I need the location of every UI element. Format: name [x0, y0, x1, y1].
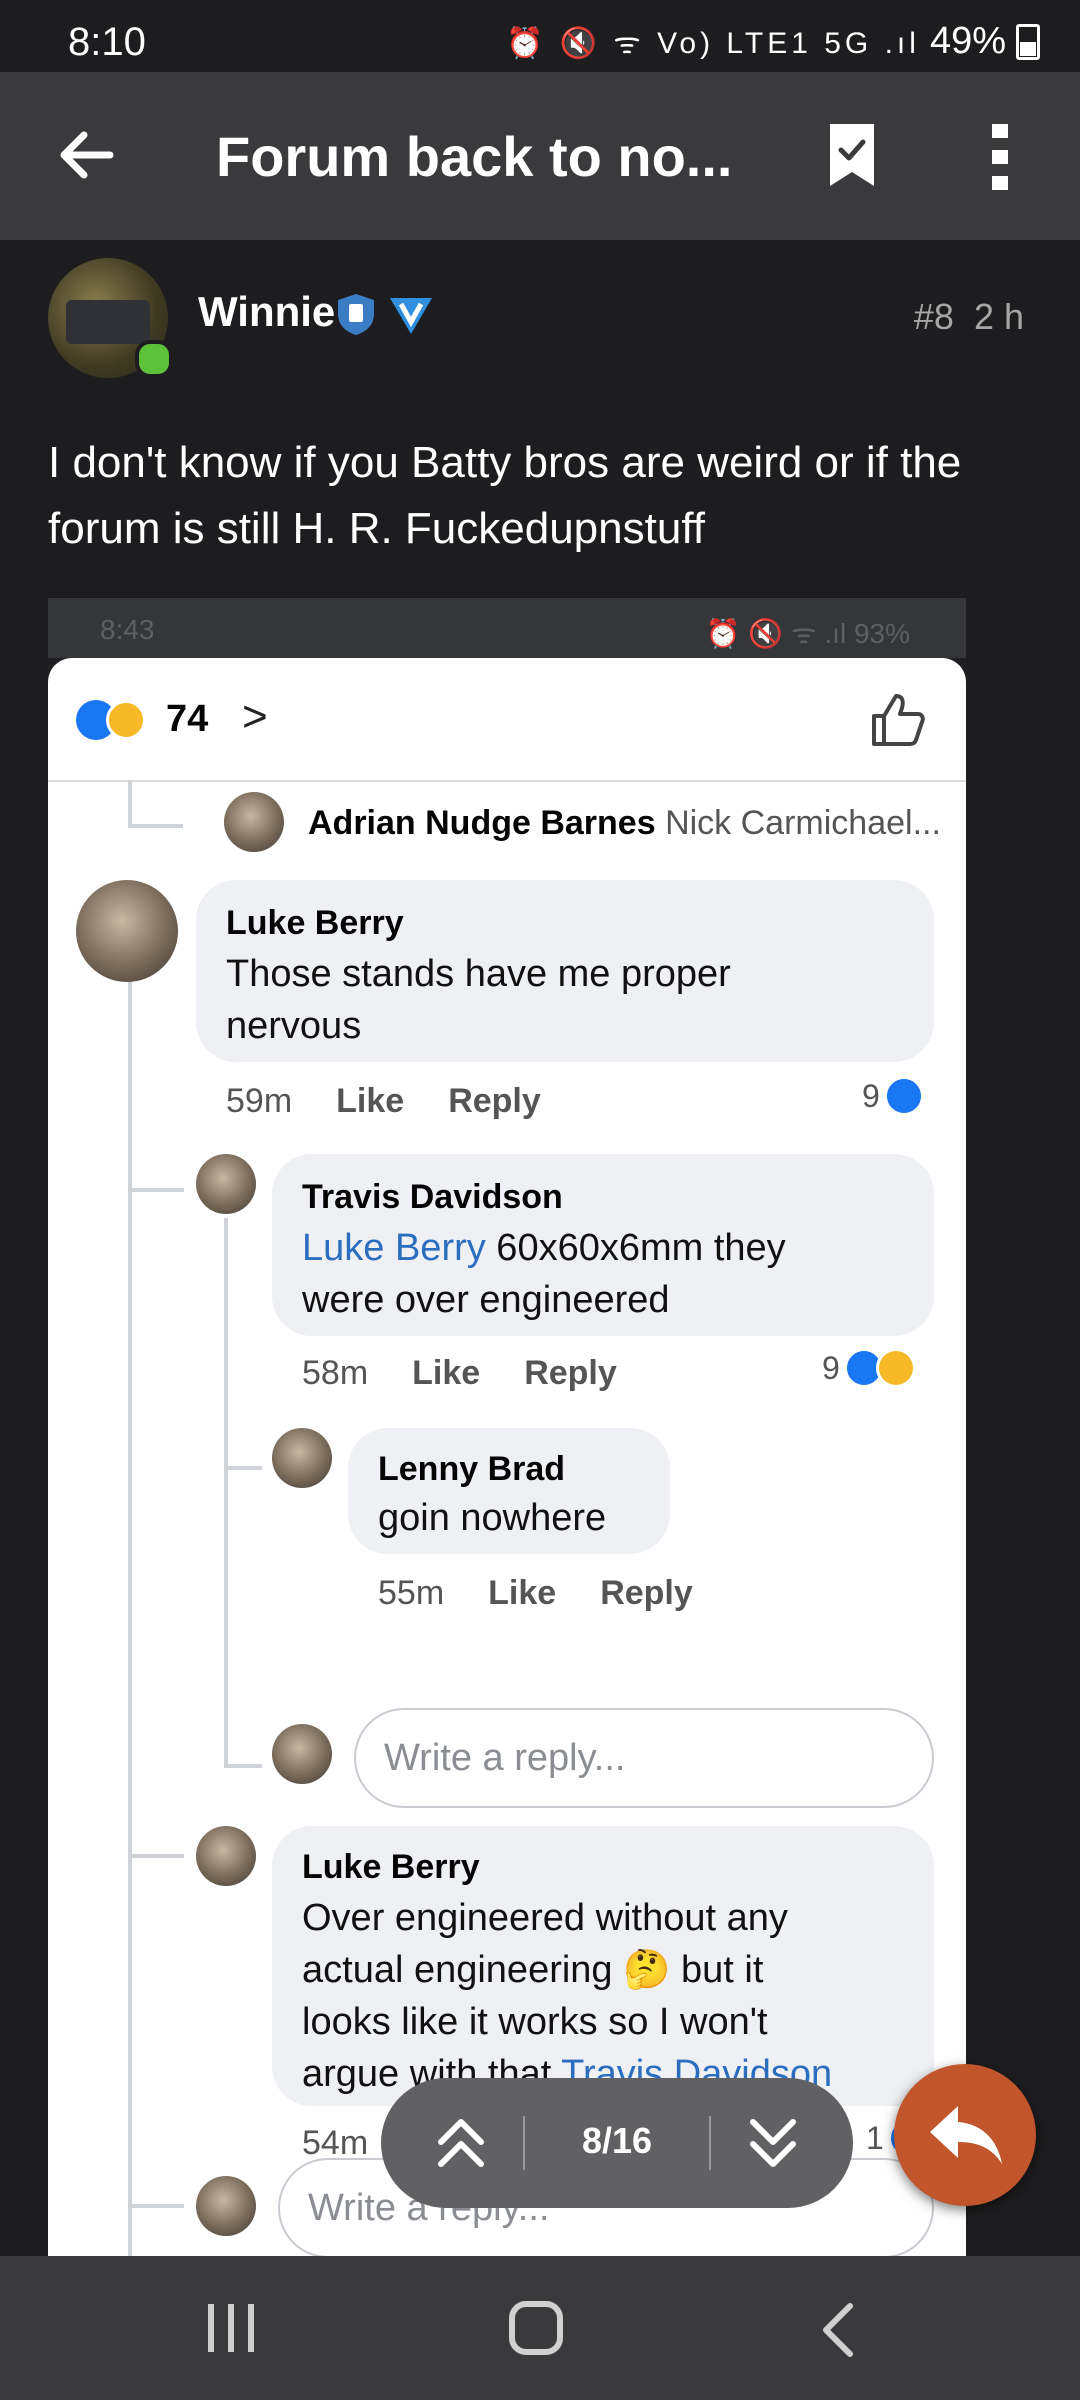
- more-vertical-icon[interactable]: [985, 122, 1015, 192]
- thread-line: [128, 780, 132, 825]
- like-link[interactable]: Like: [412, 1354, 480, 1392]
- screenshot-status-right: ⏰ 🔇 ᯤ .ıl 93%: [705, 618, 910, 649]
- avatar: [196, 1154, 256, 1214]
- post-age: 2 h: [973, 296, 1024, 337]
- thread-line: [128, 2204, 184, 2208]
- reply-input[interactable]: Write a reply...: [354, 1708, 934, 1808]
- thread-line: [224, 1466, 262, 1470]
- comment-text: Over engineered without any actual engin…: [302, 1892, 862, 2100]
- comment-time: 55m: [378, 1574, 445, 1612]
- battery-icon: [1016, 23, 1040, 60]
- home-icon[interactable]: [508, 2300, 564, 2356]
- mention-link[interactable]: Luke Berry: [302, 1227, 486, 1269]
- reaction-count-value: 1: [866, 2119, 884, 2156]
- system-nav-bar: [0, 2256, 1080, 2400]
- reaction-count-value: 9: [822, 1349, 840, 1386]
- thumbs-up-icon: [872, 694, 925, 746]
- reply-link[interactable]: Reply: [600, 1574, 693, 1612]
- reply-placeholder: Write a reply...: [384, 1737, 626, 1779]
- facebook-comments: 74 > Adrian Nudge Barnes Nick Carmichael…: [48, 658, 966, 2258]
- reply-link[interactable]: Reply: [448, 1082, 541, 1120]
- like-link[interactable]: Like: [336, 1082, 404, 1120]
- like-link[interactable]: Like: [488, 1574, 556, 1612]
- thread-title: Forum back to no...: [216, 125, 733, 188]
- post-body: I don't know if you Batty bros are weird…: [48, 438, 962, 553]
- avatar: [224, 792, 284, 852]
- thread-line: [128, 948, 132, 2258]
- avatar: [272, 1428, 332, 1488]
- screenshot-status-bar: 8:43 ⏰ 🔇 ᯤ .ıl 93%: [48, 598, 966, 658]
- thread-line: [128, 1188, 184, 1192]
- comment-author-row: Adrian Nudge Barnes Nick Carmichael...: [308, 804, 941, 843]
- divider: [709, 2116, 711, 2170]
- status-bar: 8:10 ⏰ 🔇 ᯤ Vo) LTE1 5G .ıl 49%: [0, 0, 1080, 72]
- online-status-icon: [135, 340, 173, 378]
- thread-line: [224, 1764, 262, 1768]
- verified-badge-icon: [390, 298, 432, 334]
- reaction-count: 74: [166, 698, 209, 740]
- status-time: 8:10: [68, 20, 146, 64]
- avatar: [76, 880, 178, 982]
- reply-arrow-icon: [930, 2106, 1002, 2164]
- status-right: ⏰ 🔇 ᯤ Vo) LTE1 5G .ıl 49%: [506, 20, 1040, 63]
- comment-author: Luke Berry: [302, 1848, 480, 1886]
- reply-button[interactable]: [894, 2064, 1036, 2206]
- comment-time: 58m: [302, 1354, 369, 1392]
- attached-screenshot[interactable]: 8:43 ⏰ 🔇 ᯤ .ıl 93% 74 > Adrian Nudge Bar…: [48, 598, 966, 2258]
- comment-time: 54m: [302, 2124, 369, 2162]
- comment-preview: Nick Carmichael...: [665, 804, 941, 842]
- thread-line: [224, 1218, 228, 1768]
- like-reaction-icon: [883, 1076, 924, 1116]
- reaction-bar: 74 >: [48, 658, 966, 782]
- back-chevron-icon[interactable]: [818, 2300, 858, 2360]
- thread-line: [128, 1854, 184, 1858]
- recent-apps-icon[interactable]: [204, 2302, 258, 2354]
- reaction-count-value: 9: [862, 1077, 880, 1114]
- comment-author: Adrian Nudge Barnes: [308, 804, 656, 842]
- haha-reaction-icon: [106, 700, 146, 740]
- comment-actions: 58m Like Reply: [302, 1354, 617, 1393]
- reply-link[interactable]: Reply: [524, 1354, 617, 1392]
- battery-percent: 49%: [929, 20, 1006, 62]
- page-navigator: 8/16: [381, 2078, 853, 2208]
- comment-author: Travis Davidson: [302, 1178, 563, 1216]
- comment-actions: 55m Like Reply: [378, 1574, 693, 1613]
- chevron-right-icon: >: [242, 692, 268, 741]
- comment-time: 59m: [226, 1082, 293, 1120]
- comment-text: goin nowhere: [378, 1497, 607, 1539]
- reaction-count: 9: [862, 1076, 924, 1116]
- shield-badge-icon: [338, 294, 374, 335]
- comment-text: Those stands have me proper nervous: [226, 953, 731, 1047]
- bookmark-check-icon[interactable]: [830, 124, 874, 186]
- screenshot-status-time: 8:43: [100, 614, 155, 645]
- status-icons: ⏰ 🔇 ᯤ Vo) LTE1 5G .ıl: [505, 27, 920, 60]
- comment-author: Lenny Brad: [378, 1450, 566, 1488]
- comment-text: Luke Berry 60x60x6mm they were over engi…: [302, 1222, 842, 1326]
- post-header: Winnie #8 2 h: [0, 240, 1080, 400]
- app-bar: Forum back to no...: [0, 72, 1080, 240]
- post-meta: #8 2 h: [914, 296, 1024, 338]
- comment-author: Luke Berry: [226, 904, 404, 942]
- post-number[interactable]: #8: [914, 296, 954, 337]
- comment-actions: 59m Like Reply: [226, 1082, 541, 1121]
- haha-reaction-icon: [875, 1348, 916, 1388]
- avatar: [272, 1724, 332, 1784]
- avatar: [196, 2176, 256, 2236]
- avatar: [196, 1826, 256, 1886]
- reaction-count: 9: [822, 1348, 916, 1388]
- post-author[interactable]: Winnie: [198, 288, 335, 336]
- jump-last-icon[interactable]: [743, 2110, 803, 2176]
- thread-line: [128, 824, 183, 828]
- back-arrow-icon[interactable]: [52, 120, 122, 190]
